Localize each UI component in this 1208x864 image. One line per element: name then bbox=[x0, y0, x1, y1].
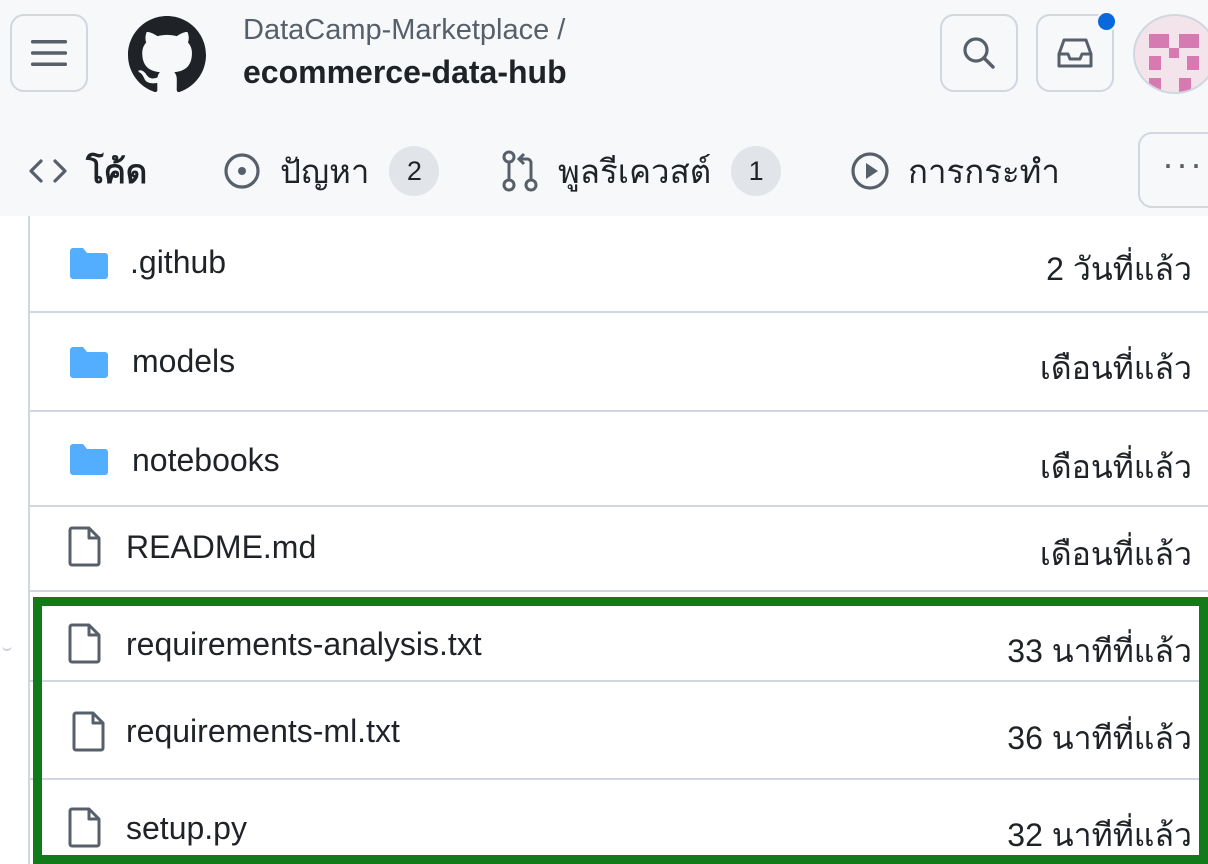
list-item[interactable]: README.md เดือนที่แล้ว bbox=[30, 507, 1208, 592]
avatar[interactable] bbox=[1133, 14, 1208, 94]
folder-icon bbox=[68, 442, 110, 476]
file-name[interactable]: requirements-analysis.txt bbox=[126, 626, 482, 663]
search-button[interactable] bbox=[940, 14, 1018, 92]
file-date: 36 นาทีที่แล้ว bbox=[1007, 720, 1192, 756]
code-icon bbox=[28, 156, 68, 186]
list-item[interactable]: models เดือนที่แล้ว bbox=[30, 313, 1208, 412]
tab-issues-label: ปัญหา bbox=[280, 152, 370, 190]
tab-pull-requests[interactable]: พูลรีเควสต์ 1 bbox=[500, 140, 782, 202]
file-date: 2 วันที่แล้ว bbox=[1046, 251, 1192, 287]
menu-button[interactable] bbox=[10, 14, 88, 92]
more-icon: ··· bbox=[1162, 143, 1204, 184]
list-item[interactable]: setup.py 32 นาทีที่แล้ว bbox=[30, 780, 1208, 864]
inbox-icon bbox=[1057, 38, 1093, 68]
notification-dot bbox=[1096, 11, 1117, 32]
tab-code-label: โค้ด bbox=[86, 152, 148, 190]
tab-code[interactable]: โค้ด bbox=[28, 140, 147, 202]
file-name[interactable]: requirements-ml.txt bbox=[126, 713, 400, 750]
file-icon bbox=[68, 806, 102, 848]
file-icon bbox=[68, 622, 102, 664]
repo-header: DataCamp-Marketplace / ecommerce-data-hu… bbox=[0, 0, 1208, 216]
issue-icon bbox=[222, 151, 262, 191]
tab-pull-requests-label: พูลรีเควสต์ bbox=[558, 152, 712, 190]
folder-icon bbox=[68, 246, 110, 280]
list-item[interactable]: requirements-analysis.txt 33 นาทีที่แล้ว bbox=[30, 606, 1208, 682]
repo-owner-link[interactable]: DataCamp-Marketplace / bbox=[243, 14, 565, 47]
file-date: เดือนที่แล้ว bbox=[1039, 449, 1192, 485]
search-icon bbox=[963, 37, 995, 69]
issues-count-badge: 2 bbox=[389, 146, 440, 196]
scroll-edge-mark bbox=[2, 641, 12, 651]
file-name[interactable]: README.md bbox=[126, 529, 316, 566]
file-date: 32 นาทีที่แล้ว bbox=[1007, 817, 1192, 853]
file-date: เดือนที่แล้ว bbox=[1039, 350, 1192, 386]
file-list: .github 2 วันที่แล้ว models เดือนที่แล้ว… bbox=[28, 216, 1208, 864]
file-date: เดือนที่แล้ว bbox=[1039, 536, 1192, 572]
play-icon bbox=[850, 151, 890, 191]
identicon-avatar bbox=[1149, 34, 1199, 92]
tab-issues[interactable]: ปัญหา 2 bbox=[222, 140, 440, 202]
list-item[interactable]: notebooks เดือนที่แล้ว bbox=[30, 412, 1208, 507]
file-name[interactable]: .github bbox=[130, 244, 226, 281]
pull-request-icon bbox=[500, 149, 540, 193]
list-item[interactable]: requirements-ml.txt 36 นาทีที่แล้ว bbox=[30, 682, 1208, 780]
tab-actions[interactable]: การกระทำ bbox=[850, 140, 1060, 202]
file-name[interactable]: notebooks bbox=[132, 442, 280, 479]
folder-icon bbox=[68, 345, 110, 379]
more-tabs-button[interactable]: ··· bbox=[1138, 132, 1208, 208]
tab-actions-label: การกระทำ bbox=[908, 152, 1060, 190]
github-logo-icon[interactable] bbox=[128, 16, 206, 94]
file-name[interactable]: models bbox=[132, 343, 235, 380]
repo-name-link[interactable]: ecommerce-data-hub bbox=[243, 54, 567, 91]
file-icon bbox=[68, 525, 102, 567]
hamburger-menu-icon bbox=[31, 40, 67, 66]
pull-requests-count-badge: 1 bbox=[731, 146, 782, 196]
file-name[interactable]: setup.py bbox=[126, 810, 247, 847]
file-date: 33 นาทีที่แล้ว bbox=[1007, 633, 1192, 669]
file-icon bbox=[72, 710, 106, 752]
list-item[interactable]: .github 2 วันที่แล้ว bbox=[30, 216, 1208, 313]
